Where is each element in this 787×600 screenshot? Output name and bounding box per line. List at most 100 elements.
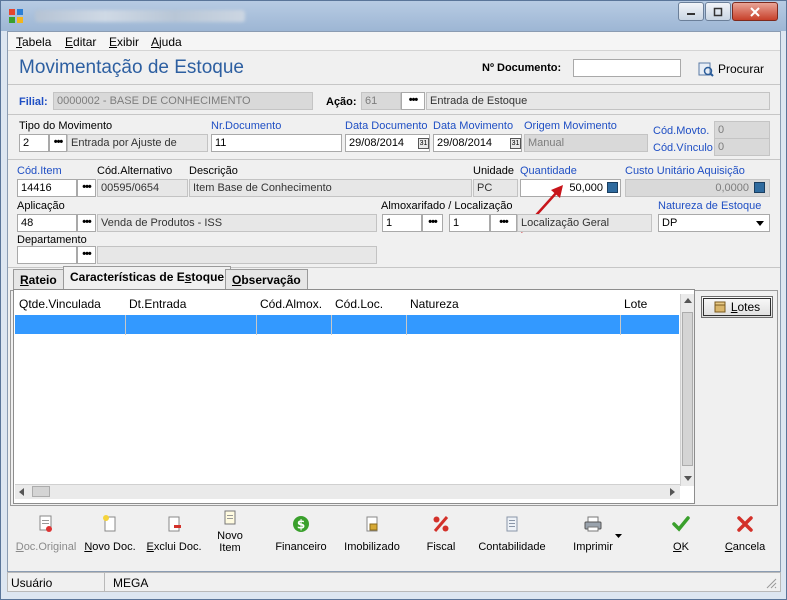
column-header-cod-loc[interactable]: Cód.Loc. [335,297,383,311]
minimize-button[interactable] [678,2,704,21]
unidade-label: Unidade [473,165,514,177]
menu-ajuda[interactable]: Ajuda [151,35,182,49]
almoxarifado-input[interactable]: 1 [382,214,422,232]
scroll-thumb[interactable] [682,312,693,466]
menu-tabela[interactable]: Tabela [16,35,51,49]
cod-item-lookup-button[interactable]: ••• [77,179,96,197]
nr-documento-input[interactable]: 11 [211,134,342,152]
resize-grip-icon[interactable] [766,578,777,589]
cod-vinculo-field: 0 [714,138,770,156]
column-header-cod-almox[interactable]: Cód.Almox. [260,297,322,311]
filial-label: Filial: [19,96,48,108]
divider [8,159,780,160]
cancela-button[interactable]: Cancela [709,514,781,564]
printer-icon [583,514,603,534]
data-documento-label: Data Documento [345,120,428,132]
search-icon [698,62,714,77]
restore-icon [713,7,723,16]
novo-doc-button[interactable]: Novo Doc. [74,514,146,564]
menu-exibir[interactable]: Exibir [109,35,139,49]
horizontal-scrollbar[interactable] [15,484,680,499]
close-button[interactable] [732,2,778,21]
doc-original-icon [36,514,56,534]
calculator-icon[interactable] [607,182,618,193]
status-user-label: Usuário [11,576,53,590]
aplicacao-label: Aplicação [17,200,65,212]
column-header-natureza[interactable]: Natureza [410,297,459,311]
almoxarifado-label: Almoxarifado / Localização [381,200,513,212]
title-bar [1,1,786,31]
aplicacao-desc-field: Venda de Produtos - ISS [97,214,377,232]
status-user-value: MEGA [113,576,149,590]
check-icon [671,514,691,534]
scroll-thumb[interactable] [32,486,50,497]
maximize-button[interactable] [705,2,731,21]
column-separator [620,315,621,335]
aplicacao-code-input[interactable]: 48 [17,214,77,232]
tab-caracteristicas-estoque[interactable]: Características de Estoque [63,266,232,291]
percent-icon [431,514,451,534]
acao-label: Ação: [326,96,357,108]
novo-item-button[interactable]: Novo Item [195,508,265,558]
custo-unitario-label: Custo Unitário Aquisição [625,165,745,177]
calendar-icon[interactable]: 31 [510,138,521,149]
data-movimento-input[interactable]: 29/08/2014 [433,134,522,152]
menu-editar[interactable]: Editar [65,35,96,49]
fiscal-button[interactable]: Fiscal [405,514,477,564]
column-header-qtde-vinculada[interactable]: Qtde.Vinculada [19,297,101,311]
tipo-code-input[interactable]: 2 [19,134,49,152]
contabilidade-button[interactable]: Contabilidade [475,514,549,564]
doc-original-button[interactable]: Doc.Original [10,514,82,564]
search-button[interactable]: Procurar [698,60,768,78]
tab-observacao[interactable]: Observação [225,269,308,290]
nr-documento-label: Nr.Documento [211,120,282,132]
doc-number-input[interactable] [573,59,681,77]
tipo-desc-field: Entrada por Ajuste de [67,134,208,152]
svg-text:$: $ [297,518,305,532]
departamento-lookup-button[interactable]: ••• [77,246,96,264]
scroll-left-icon[interactable] [19,488,24,496]
content-area: Tabela Editar Exibir Ajuda Movimentação … [7,31,781,572]
imobilizado-button[interactable]: Imobilizado [336,514,408,564]
departamento-label: Departamento [17,234,87,246]
acao-desc-field: Entrada de Estoque [426,92,770,110]
localizacao-lookup-button[interactable]: ••• [490,214,517,232]
lock-icon [362,514,382,534]
ok-button[interactable]: OK [645,514,717,564]
natureza-estoque-select[interactable]: DP [658,214,770,232]
imprimir-button[interactable]: Imprimir [553,514,633,564]
page-title: Movimentação de Estoque [19,57,244,78]
app-icon [9,9,23,23]
departamento-code-input[interactable] [17,246,77,264]
vertical-scrollbar[interactable] [680,294,694,486]
column-separator [406,315,407,335]
table-row[interactable] [15,315,679,334]
scroll-right-icon[interactable] [670,488,675,496]
descricao-field: Item Base de Conhecimento [189,179,472,197]
aplicacao-lookup-button[interactable]: ••• [77,214,96,232]
chevron-down-icon [756,221,764,226]
cod-item-input[interactable]: 14416 [17,179,77,197]
lotes-button[interactable]: Lotes [701,296,773,318]
scroll-up-icon[interactable] [684,298,692,303]
column-separator [125,315,126,335]
origem-movimento-label: Origem Movimento [524,120,617,132]
calendar-icon[interactable]: 31 [418,138,429,149]
almoxarifado-lookup-button[interactable]: ••• [422,214,443,232]
dropdown-arrow-icon[interactable] [615,534,622,538]
cod-item-label: Cód.Item [17,165,62,177]
financeiro-button[interactable]: $ Financeiro [265,514,337,564]
origem-movimento-field: Manual [524,134,648,152]
cancel-icon [735,514,755,534]
cod-movto-field: 0 [714,121,770,139]
scroll-down-icon[interactable] [684,476,692,481]
calculator-icon[interactable] [754,182,765,193]
acao-lookup-button[interactable]: ••• [401,92,425,110]
departamento-desc-field [97,246,377,264]
column-header-lote[interactable]: Lote [624,297,647,311]
column-header-dt-entrada[interactable]: Dt.Entrada [129,297,186,311]
data-movimento-label: Data Movimento [433,120,514,132]
tab-rateio[interactable]: Rateio [13,269,64,290]
localizacao-input[interactable]: 1 [449,214,490,232]
tipo-lookup-button[interactable]: ••• [49,134,67,152]
